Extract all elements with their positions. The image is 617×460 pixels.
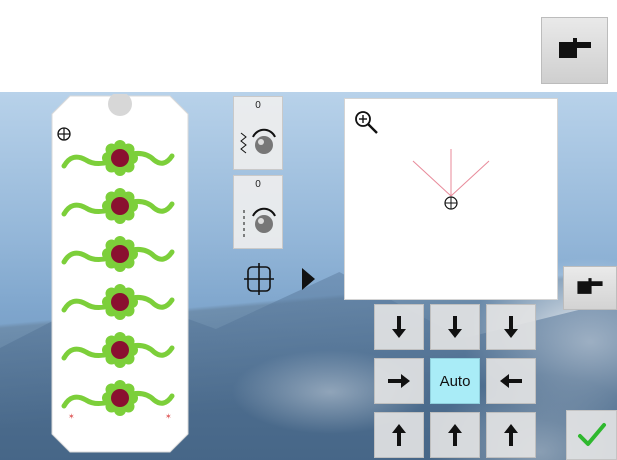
move-right-button[interactable] [374,358,424,404]
arrow-down-icon [504,316,518,338]
crosshair-icon [57,127,71,141]
checkmark-icon [577,423,606,446]
center-position-icon [244,263,274,295]
arrow-up-icon [504,424,518,446]
stitch-length-value: 0 [255,179,261,190]
zoom-preview[interactable] [344,98,558,300]
stitch-length-knob-icon [243,207,276,240]
play-arrow-icon [302,268,315,290]
move-up-left-button[interactable] [374,412,424,458]
crosshair-target-icon [444,196,458,210]
arrow-left-icon [500,374,522,388]
hand-button-side[interactable] [563,266,617,310]
arrow-down-icon [392,316,406,338]
crosshair-lines [412,149,490,197]
arrow-up-icon [392,424,406,446]
zigzag-width-knob-icon [240,128,276,154]
arrow-right-icon [388,374,410,388]
stitch-length-knob[interactable]: 0 [233,175,283,249]
hoop-panel[interactable]: ✶ ✶ [50,94,190,454]
move-up-right-button[interactable] [486,412,536,458]
move-left-button[interactable] [486,358,536,404]
pointing-hand-icon [574,275,606,302]
zoom-in-icon[interactable] [355,111,378,134]
move-down-button[interactable] [430,304,480,350]
hand-button-top[interactable] [541,17,608,84]
arrow-down-icon [448,316,462,338]
auto-label: Auto [439,372,471,390]
move-down-left-button[interactable] [374,304,424,350]
auto-button[interactable]: Auto [430,358,480,404]
confirm-button[interactable] [566,410,617,460]
move-grid: Auto [374,304,536,460]
hoop-mark-right: ✶ [165,412,172,421]
embroidery-screen: ✶ ✶ 0 0 Auto [0,92,617,460]
arrow-up-icon [448,424,462,446]
move-up-button[interactable] [430,412,480,458]
move-down-right-button[interactable] [486,304,536,350]
hoop-mark-left: ✶ [68,412,75,421]
pointing-hand-icon [555,34,595,67]
stitch-width-value: 0 [255,100,261,111]
center-position-button[interactable] [240,260,278,298]
stitch-width-knob[interactable]: 0 [233,96,283,170]
